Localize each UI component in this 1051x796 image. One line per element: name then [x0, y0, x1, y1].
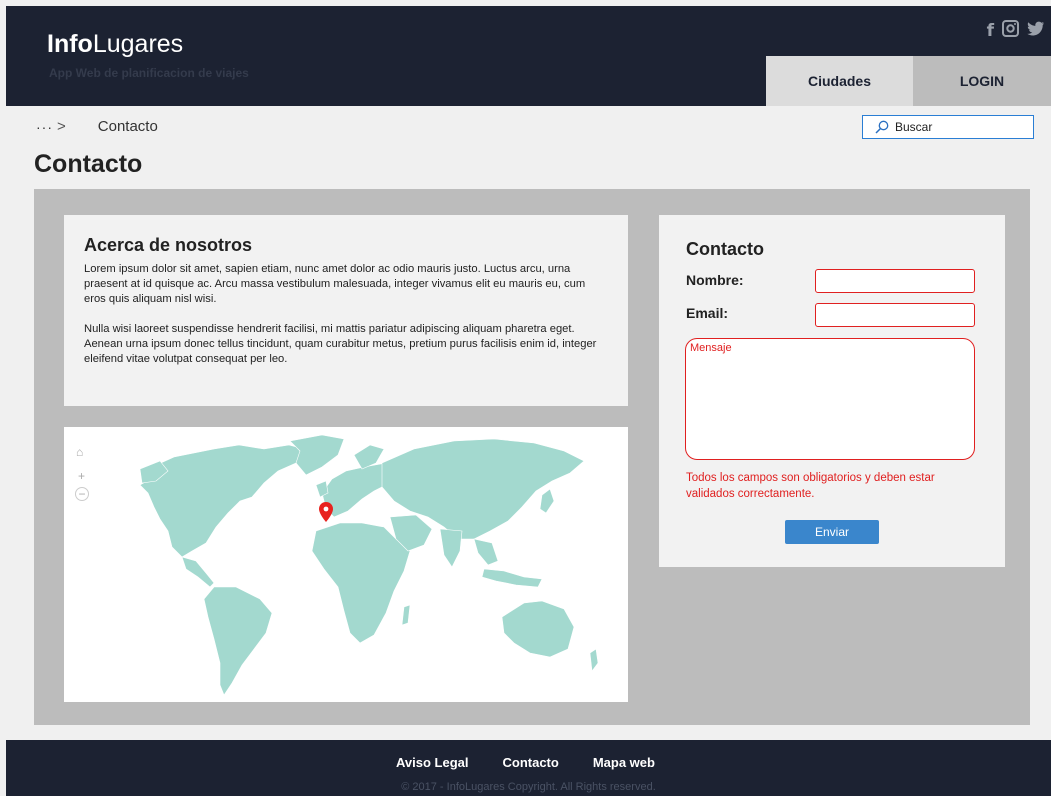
footer-link-mapa-web[interactable]: Mapa web [593, 755, 655, 770]
site-header: InfoLugares App Web de planificacion de … [6, 6, 1051, 106]
breadcrumb: ··· > Contacto [36, 118, 158, 135]
contact-form: Contacto Nombre: Email: Mensaje Todos lo… [659, 215, 1005, 567]
social-links: f [987, 20, 1045, 42]
zoom-out-button[interactable]: − [75, 487, 89, 501]
chevron-right-icon: > [57, 118, 66, 135]
footer-link-contacto[interactable]: Contacto [503, 755, 559, 770]
submit-button[interactable]: Enviar [785, 520, 879, 544]
breadcrumb-ellipsis[interactable]: ··· [36, 119, 53, 135]
about-title: Acerca de nosotros [84, 235, 253, 255]
site-tagline: App Web de planificacion de viajes [49, 66, 249, 80]
instagram-icon[interactable] [1002, 20, 1019, 42]
about-paragraph-2: Nulla wisi laoreet suspendisse hendrerit… [84, 323, 597, 365]
search-icon [875, 120, 889, 134]
zoom-in-button[interactable]: + [78, 469, 85, 483]
message-placeholder: Mensaje [690, 342, 732, 354]
message-field[interactable]: Mensaje [685, 338, 975, 460]
facebook-icon[interactable]: f [987, 21, 994, 41]
logo-light-text: Lugares [92, 30, 184, 58]
email-field[interactable] [815, 303, 975, 327]
name-field[interactable] [815, 269, 975, 293]
copyright: © 2017 - InfoLugares Copyright. All Righ… [401, 781, 656, 793]
about-paragraph-1: Lorem ipsum dolor sit amet, sapien etiam… [84, 263, 586, 305]
location-marker-icon [319, 502, 333, 522]
site-logo[interactable]: InfoLugares [47, 30, 183, 59]
world-map[interactable]: ⌂ + − [64, 427, 628, 702]
name-label: Nombre: [686, 272, 744, 288]
logo-bold-text: Info [47, 30, 93, 58]
nav-ciudades-button[interactable]: Ciudades [766, 56, 913, 106]
page-title: Contacto [34, 150, 143, 178]
home-icon[interactable]: ⌂ [76, 445, 83, 459]
twitter-icon[interactable] [1027, 21, 1045, 42]
about-panel: Acerca de nosotros Lorem ipsum dolor sit… [64, 215, 628, 406]
search-placeholder: Buscar [895, 120, 933, 134]
world-map-svg [139, 434, 599, 696]
nav-login-button[interactable]: LOGIN [913, 56, 1051, 106]
search-input[interactable]: Buscar [862, 115, 1034, 139]
site-footer: Aviso Legal Contacto Mapa web © 2017 - I… [6, 740, 1051, 796]
validation-error: Todos los campos son obligatorios y debe… [686, 472, 935, 500]
footer-link-aviso-legal[interactable]: Aviso Legal [396, 755, 468, 770]
email-label: Email: [686, 305, 729, 321]
breadcrumb-current: Contacto [97, 118, 158, 135]
footer-links: Aviso Legal Contacto Mapa web [6, 755, 1051, 770]
main-content: Acerca de nosotros Lorem ipsum dolor sit… [34, 189, 1030, 725]
contact-form-title: Contacto [686, 239, 764, 259]
